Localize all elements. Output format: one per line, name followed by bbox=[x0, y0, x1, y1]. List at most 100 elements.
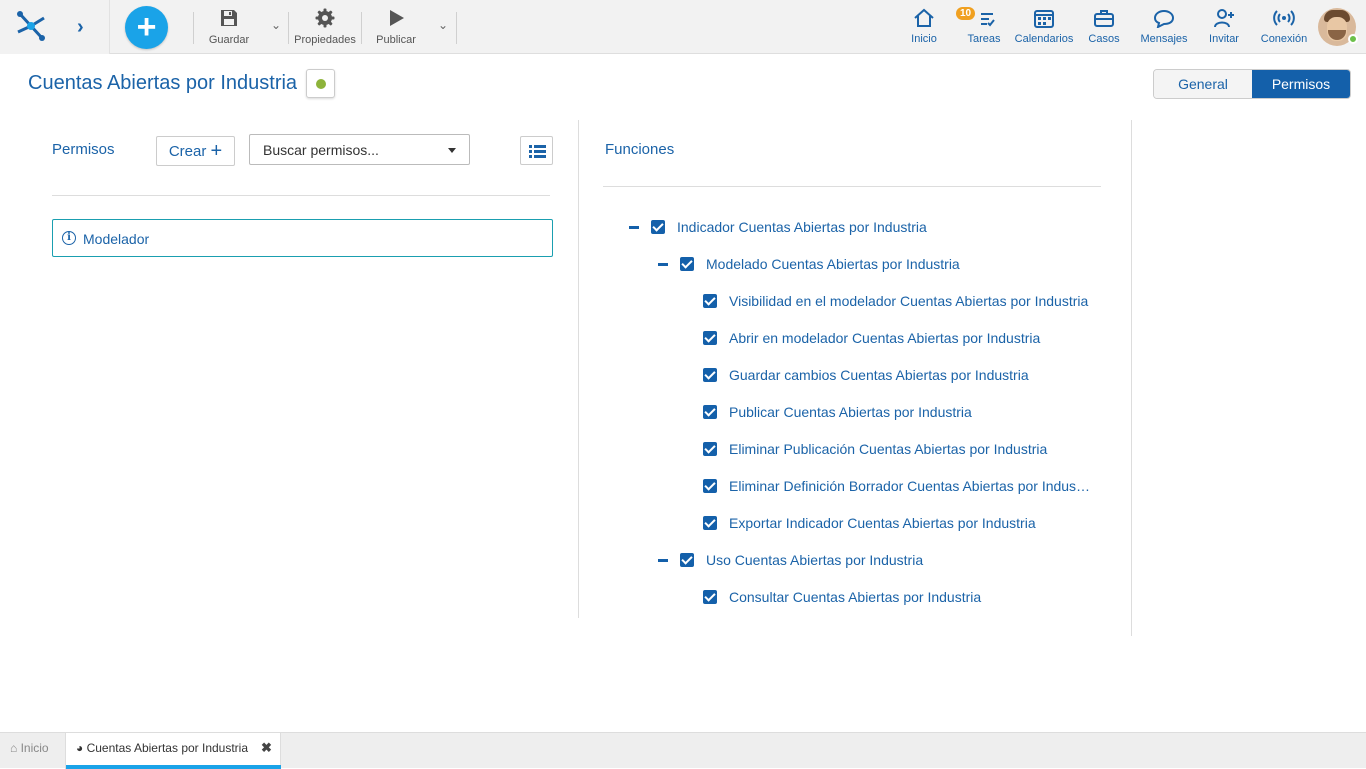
checkbox[interactable] bbox=[680, 257, 694, 271]
publish-options-chevron-down-icon[interactable]: ⌄ bbox=[438, 18, 448, 32]
publish-label: Publicar bbox=[376, 34, 416, 46]
nav-invite[interactable]: Invitar bbox=[1204, 8, 1244, 45]
nav-connection[interactable]: Conexión bbox=[1258, 8, 1310, 45]
briefcase-icon bbox=[1094, 10, 1114, 27]
active-tab-indicator bbox=[66, 765, 281, 769]
nav-cases[interactable]: Casos bbox=[1086, 8, 1122, 45]
create-permission-button[interactable]: Crear + bbox=[156, 136, 235, 166]
tree-leaf: Eliminar Definición Borrador Cuentas Abi… bbox=[703, 477, 1098, 497]
collapse-icon[interactable] bbox=[629, 226, 639, 229]
checkbox[interactable] bbox=[703, 405, 717, 419]
tree-leaf: Consultar Cuentas Abiertas por Industria bbox=[703, 588, 1098, 608]
home-icon bbox=[914, 8, 934, 27]
bottom-tab-bar: ⌂ Inicio ◕ Cuentas Abiertas por Industri… bbox=[0, 732, 1366, 769]
tree-node-label: Eliminar Definición Borrador Cuentas Abi… bbox=[729, 478, 1091, 494]
publish-button[interactable]: Publicar bbox=[374, 8, 418, 46]
checkbox[interactable] bbox=[651, 220, 665, 234]
properties-button[interactable]: Propiedades bbox=[293, 8, 357, 46]
collapse-icon[interactable] bbox=[658, 263, 668, 266]
broadcast-icon bbox=[1273, 10, 1295, 26]
nav-home[interactable]: Inicio bbox=[904, 8, 944, 45]
tree-node: Uso Cuentas Abiertas por Industria bbox=[658, 551, 1098, 571]
panel-separator bbox=[1131, 120, 1132, 636]
checkbox[interactable] bbox=[680, 553, 694, 567]
nav-calendars[interactable]: Calendarios bbox=[1014, 8, 1074, 45]
list-icon bbox=[529, 145, 546, 158]
tree-leaf: Guardar cambios Cuentas Abiertas por Ind… bbox=[703, 366, 1098, 386]
tree-node-label: Uso Cuentas Abiertas por Industria bbox=[706, 552, 924, 568]
home-icon: ⌂ bbox=[10, 741, 18, 755]
toolbar-divider bbox=[193, 12, 194, 44]
bottom-tab-active[interactable]: ◕ Cuentas Abiertas por Industria ✖ bbox=[65, 733, 281, 769]
info-icon: i bbox=[62, 231, 76, 245]
status-dot-icon bbox=[316, 79, 326, 89]
tree-node-label: Guardar cambios Cuentas Abiertas por Ind… bbox=[729, 367, 1029, 383]
calendar-icon bbox=[1034, 10, 1054, 28]
save-options-chevron-down-icon[interactable]: ⌄ bbox=[271, 18, 281, 32]
nav-invite-label: Invitar bbox=[1209, 33, 1239, 45]
tree-leaf: Exportar Indicador Cuentas Abiertas por … bbox=[703, 514, 1098, 534]
page-title: Cuentas Abiertas por Industria bbox=[28, 72, 298, 94]
search-permissions-select[interactable]: Buscar permisos... bbox=[249, 134, 470, 165]
add-new-button[interactable]: + bbox=[125, 6, 168, 49]
online-status-indicator bbox=[1348, 34, 1358, 44]
tasks-count-badge: 10 bbox=[956, 7, 976, 20]
bottom-tab-home[interactable]: ⌂ Inicio bbox=[0, 733, 65, 769]
gear-icon bbox=[315, 8, 335, 28]
tree-node-label: Publicar Cuentas Abiertas por Industria bbox=[729, 404, 972, 420]
permissions-heading: Permisos bbox=[52, 141, 115, 158]
left-panel-divider bbox=[52, 195, 550, 196]
list-view-button[interactable] bbox=[520, 136, 553, 165]
checkbox[interactable] bbox=[703, 442, 717, 456]
checkbox[interactable] bbox=[703, 294, 717, 308]
permission-item-label: Modelador bbox=[83, 231, 150, 247]
status-button[interactable] bbox=[306, 69, 335, 98]
tree-node-label: Visibilidad en el modelador Cuentas Abie… bbox=[729, 293, 1089, 309]
save-label: Guardar bbox=[208, 34, 250, 46]
nav-home-label: Inicio bbox=[911, 33, 937, 45]
close-tab-icon[interactable]: ✖ bbox=[261, 740, 272, 756]
tab-general[interactable]: General bbox=[1154, 70, 1252, 98]
tasks-icon bbox=[981, 13, 995, 27]
toolbar-divider bbox=[288, 12, 289, 44]
search-permissions-placeholder: Buscar permisos... bbox=[263, 142, 379, 158]
tree-leaf: Publicar Cuentas Abiertas por Industria bbox=[703, 403, 1098, 423]
nav-messages[interactable]: Mensajes bbox=[1138, 8, 1190, 45]
nav-messages-label: Mensajes bbox=[1140, 33, 1188, 45]
tab-permisos[interactable]: Permisos bbox=[1252, 70, 1350, 98]
checkbox[interactable] bbox=[703, 590, 717, 604]
tree-node-label: Eliminar Publicación Cuentas Abiertas po… bbox=[729, 441, 1048, 457]
checkbox[interactable] bbox=[703, 479, 717, 493]
expand-menu-icon[interactable]: › bbox=[77, 16, 84, 39]
save-button[interactable]: Guardar bbox=[206, 8, 252, 46]
save-icon bbox=[221, 10, 237, 26]
nav-tasks[interactable]: 10 Tareas bbox=[956, 7, 1004, 45]
permission-item-modelador[interactable]: i Modelador bbox=[52, 219, 553, 257]
tree-node-label: Exportar Indicador Cuentas Abiertas por … bbox=[729, 515, 1036, 531]
checkbox[interactable] bbox=[703, 516, 717, 530]
top-bar: › + Guardar ⌄ Propiedades Publicar ⌄ Ini… bbox=[0, 0, 1366, 54]
tree-leaf: Visibilidad en el modelador Cuentas Abie… bbox=[703, 292, 1098, 312]
properties-label: Propiedades bbox=[294, 34, 356, 46]
functions-heading: Funciones bbox=[605, 141, 675, 158]
logo-area: › bbox=[0, 0, 110, 54]
view-tabs: General Permisos bbox=[1153, 69, 1351, 99]
toolbar-divider bbox=[456, 12, 457, 44]
bottom-tab-active-label: Cuentas Abiertas por Industria bbox=[86, 741, 249, 755]
checkbox[interactable] bbox=[703, 368, 717, 382]
app-logo-icon[interactable] bbox=[14, 10, 48, 42]
tree-node-label: Consultar Cuentas Abiertas por Industria bbox=[729, 589, 982, 605]
dropdown-arrow-icon bbox=[448, 148, 456, 153]
nav-tasks-label: Tareas bbox=[967, 33, 1001, 45]
create-label: Crear bbox=[168, 143, 207, 160]
checkbox[interactable] bbox=[703, 331, 717, 345]
tree-node: Indicador Cuentas Abiertas por Industria bbox=[629, 218, 1089, 238]
plus-icon: + bbox=[210, 140, 223, 162]
collapse-icon[interactable] bbox=[658, 559, 668, 562]
toolbar-divider bbox=[361, 12, 362, 44]
tree-node-label: Modelado Cuentas Abiertas por Industria bbox=[706, 256, 960, 272]
pie-chart-icon: ◕ bbox=[76, 741, 84, 755]
nav-connection-label: Conexión bbox=[1260, 33, 1308, 45]
play-icon bbox=[390, 10, 404, 26]
tree-leaf: Abrir en modelador Cuentas Abiertas por … bbox=[703, 329, 1098, 349]
